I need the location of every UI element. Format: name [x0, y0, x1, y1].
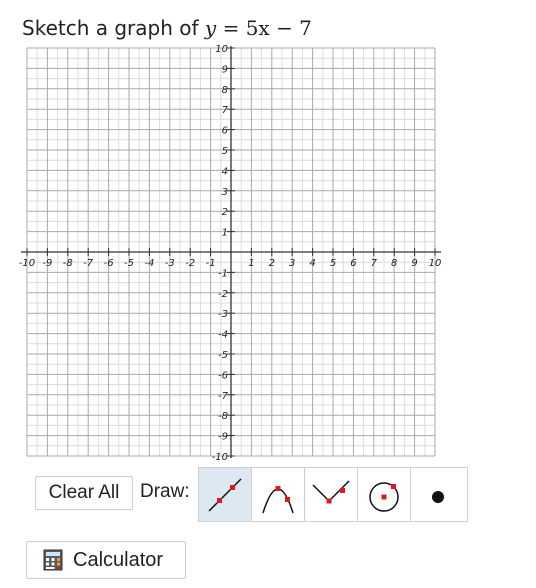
y-tick-label: 8 — [222, 85, 228, 96]
x-tick-label: -8 — [63, 258, 73, 269]
x-tick-label: 7 — [371, 258, 378, 269]
y-tick-label: -8 — [218, 411, 228, 422]
x-tick-label: -5 — [124, 258, 134, 269]
y-tick-label: -7 — [218, 391, 229, 402]
calculator-button[interactable]: Calculator — [26, 541, 186, 579]
x-tick-label: -9 — [42, 258, 52, 269]
y-tick-label: 10 — [215, 44, 228, 55]
x-tick-label: 1 — [248, 258, 254, 269]
circle-tool-icon — [369, 481, 399, 512]
line-tool-icon — [208, 477, 242, 512]
y-tick-label: 3 — [222, 187, 228, 198]
equation: y = 5x − 7 — [205, 16, 312, 40]
equation-equals: = — [222, 16, 240, 40]
graph-panel[interactable]: -10 -9 -8 -7 -6 -5 -4 -3 -2 -1 1 2 3 4 5 6 7 8 9 10 10 9 8 7 6 5 4… — [0, 40, 460, 474]
line-tool-button[interactable] — [199, 468, 252, 521]
x-tick-label: -6 — [104, 258, 114, 269]
question-prompt: Sketch a graph of y = 5x − 7 — [22, 14, 312, 42]
x-tick-label: 4 — [309, 258, 315, 269]
x-tick-label: -3 — [165, 258, 175, 269]
y-tick-label: 7 — [222, 105, 229, 116]
y-tick-label: -2 — [218, 289, 228, 300]
point-tool-icon — [431, 490, 444, 503]
draw-label: Draw: — [140, 481, 190, 502]
x-tick-label: -4 — [144, 258, 154, 269]
y-tick-label: -5 — [218, 350, 228, 361]
x-tick-label: 8 — [391, 258, 397, 269]
y-tick-label: -9 — [218, 432, 228, 443]
x-tick-label: 9 — [411, 258, 417, 269]
y-tick-label: 2 — [222, 207, 228, 218]
x-tick-label: 10 — [429, 258, 442, 269]
point-tool-button[interactable] — [411, 468, 464, 521]
absolute-value-tool-icon — [312, 479, 350, 503]
y-tick-label: -4 — [218, 330, 228, 341]
y-tick-label: 1 — [222, 228, 228, 239]
y-tick-label: -10 — [212, 452, 228, 463]
circle-tool-button[interactable] — [358, 468, 411, 521]
x-tick-label: 2 — [269, 258, 275, 269]
y-tick-label: 9 — [222, 64, 228, 75]
prompt-text: Sketch a graph of — [22, 16, 199, 40]
equation-lhs: y — [204, 16, 217, 40]
absolute-value-tool-button[interactable] — [305, 468, 358, 521]
y-tick-label: 4 — [222, 166, 228, 177]
x-tick-label: -2 — [185, 258, 195, 269]
calculator-icon — [43, 549, 63, 571]
x-tick-label: -1 — [206, 258, 216, 269]
clear-all-button[interactable]: Clear All — [35, 476, 133, 510]
x-tick-label: 3 — [289, 258, 295, 269]
x-tick-label: 6 — [350, 258, 356, 269]
draw-tools — [198, 467, 468, 522]
y-tick-label: -1 — [218, 268, 228, 279]
x-tick-label: 5 — [330, 258, 336, 269]
y-tick-label: -6 — [218, 370, 228, 381]
x-tick-label: -7 — [83, 258, 94, 269]
calculator-label: Calculator — [73, 548, 164, 571]
y-tick-label: 6 — [222, 126, 228, 137]
equation-rhs: 5x − 7 — [245, 16, 312, 40]
x-tick-label: -10 — [19, 258, 35, 269]
y-tick-label: 5 — [222, 146, 228, 157]
y-tick-label: -3 — [218, 309, 228, 320]
coordinate-grid[interactable]: -10 -9 -8 -7 -6 -5 -4 -3 -2 -1 1 2 3 4 5 6 7 8 9 10 10 9 8 7 6 5 4… — [0, 40, 460, 470]
parabola-tool-icon — [262, 485, 294, 513]
parabola-tool-button[interactable] — [252, 468, 305, 521]
